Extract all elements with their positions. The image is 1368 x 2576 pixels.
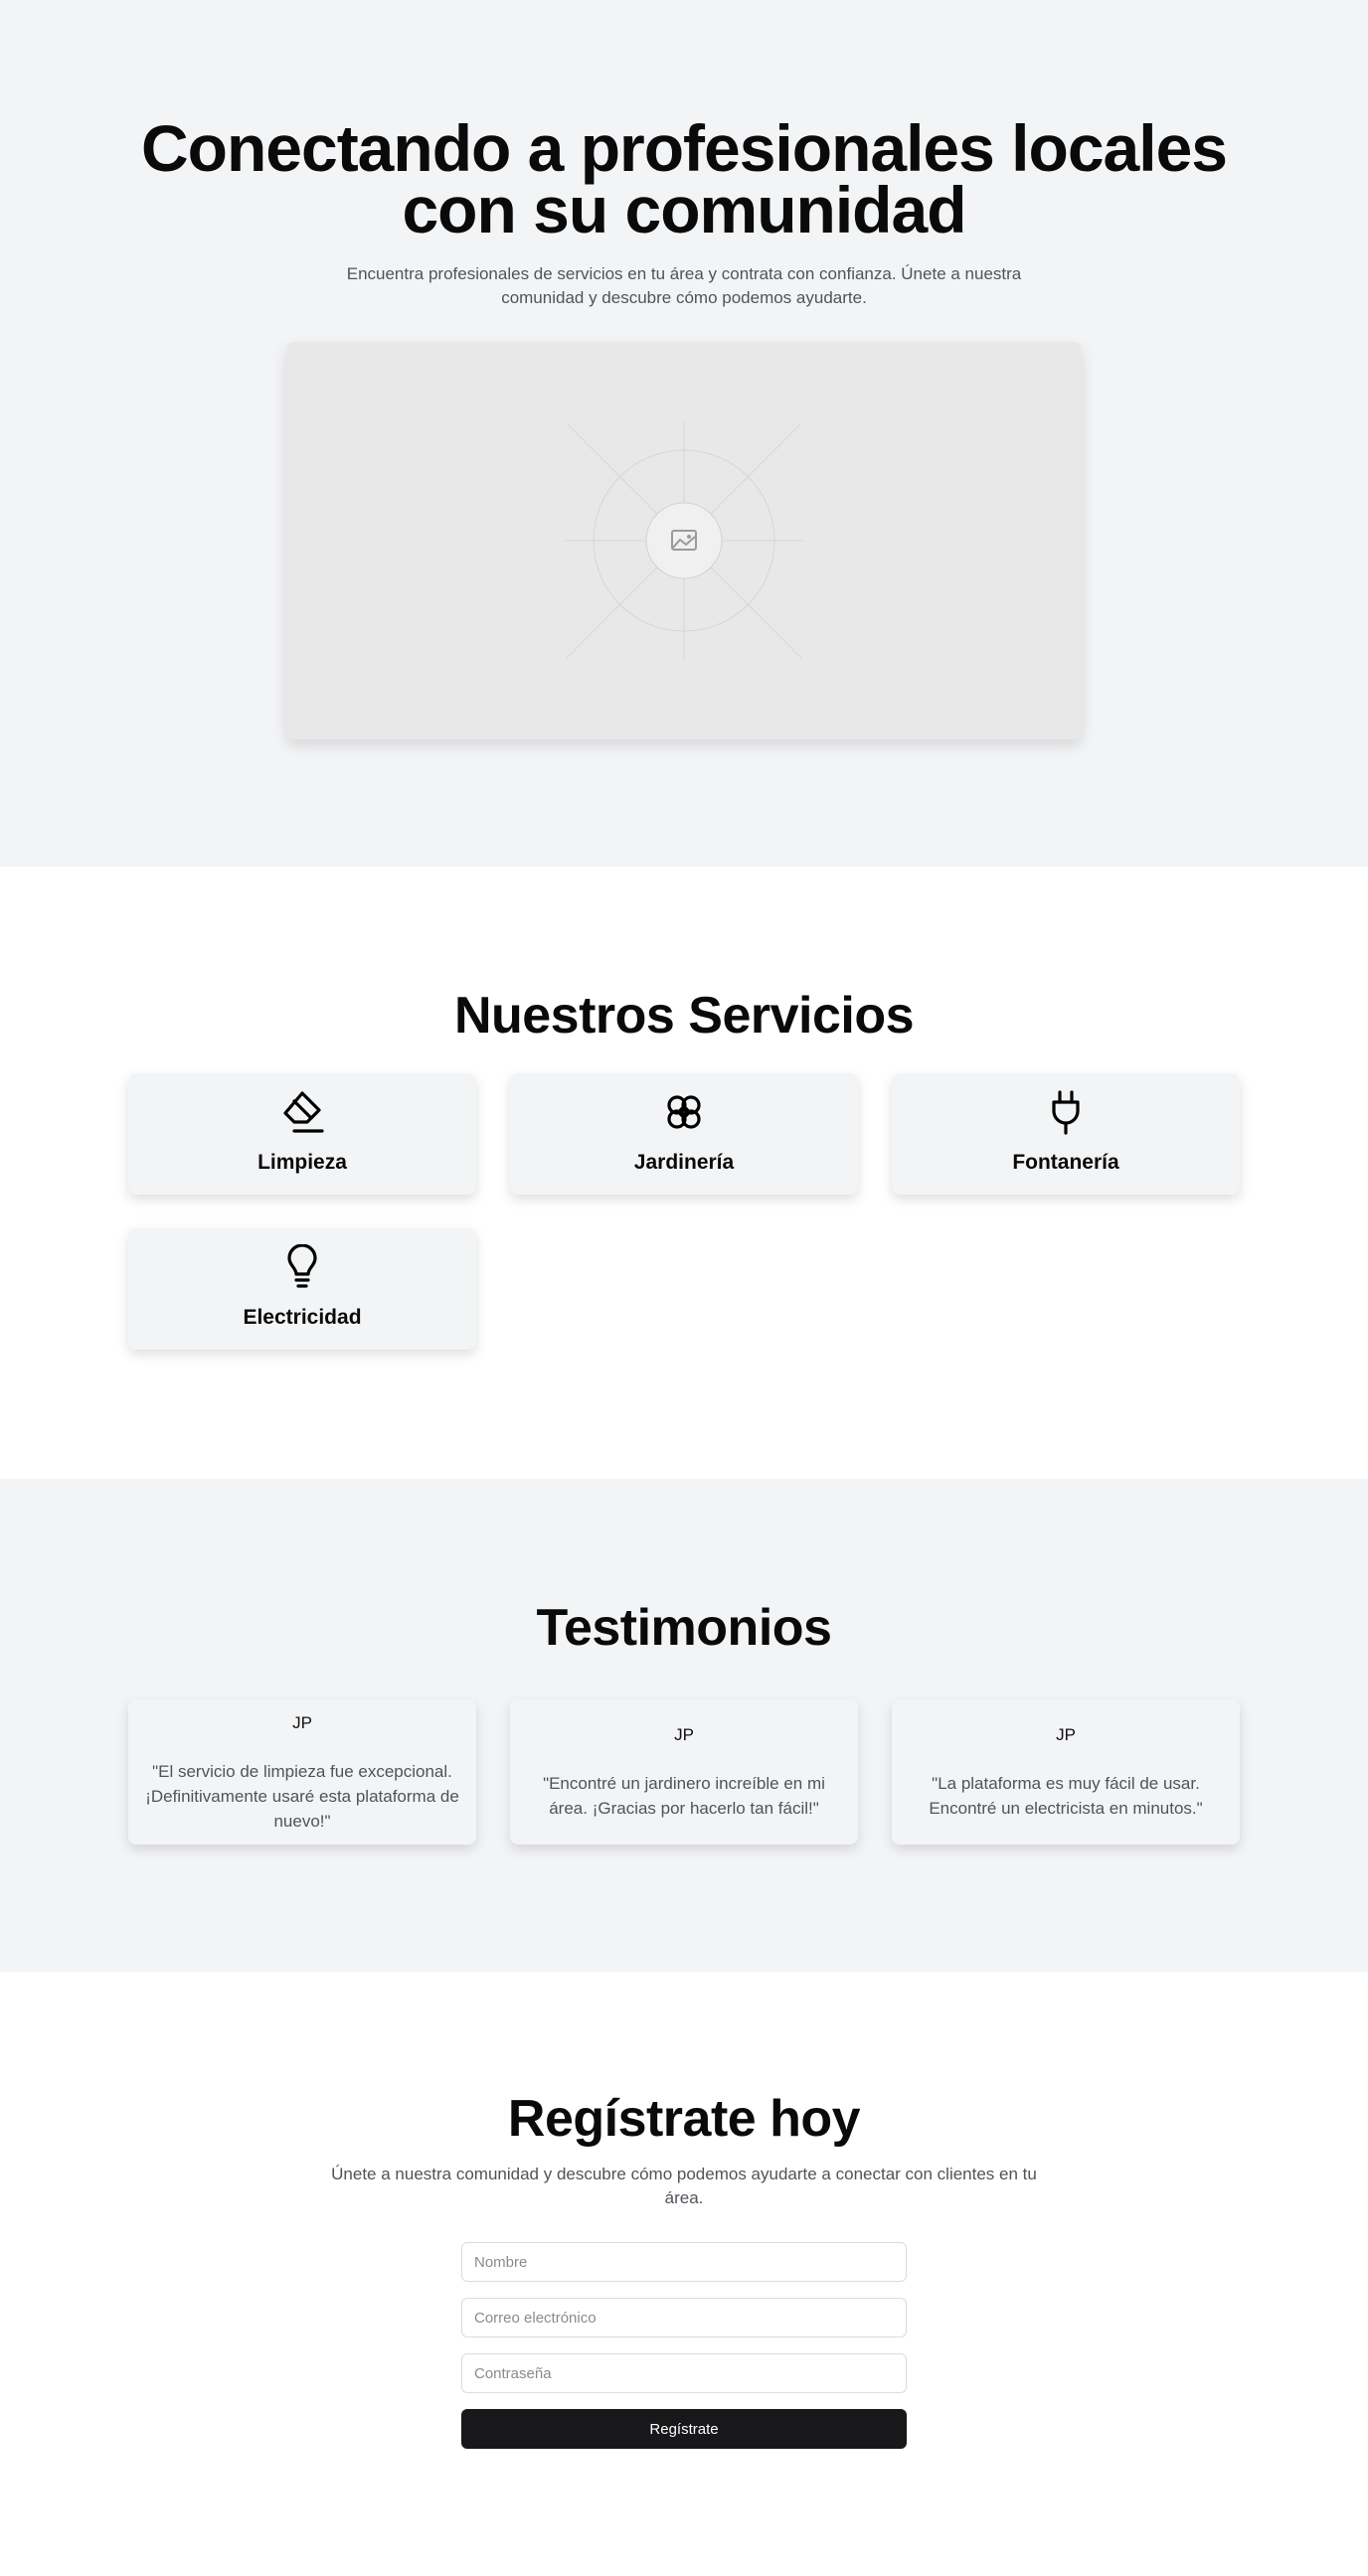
testimonial-card: JP "Encontré un jardinero increíble en m… <box>510 1699 858 1845</box>
hero-image-placeholder <box>286 342 1082 739</box>
testimonials-section: Testimonios JP "El servicio de limpieza … <box>0 1479 1368 1972</box>
register-subtitle-line1: Únete a nuestra comunidad y descubre cóm… <box>331 2165 1037 2183</box>
quote-line: "Encontré un jardinero increíble en mi <box>543 1774 825 1793</box>
service-label: Electricidad <box>243 1306 362 1329</box>
password-field[interactable] <box>461 2353 907 2393</box>
testimonial-card: JP "El servicio de limpieza fue excepcio… <box>128 1699 476 1845</box>
register-title: Regístrate hoy <box>507 2090 861 2148</box>
plug-icon <box>1052 1090 1080 1135</box>
flower-icon <box>667 1095 701 1129</box>
avatar: JP <box>292 1713 312 1732</box>
eraser-icon <box>283 1091 324 1133</box>
register-subtitle: Únete a nuestra comunidad y descubre cóm… <box>316 2163 1052 2210</box>
testimonial-card: JP "La plataforma es muy fácil de usar. … <box>892 1699 1240 1845</box>
quote-line: nuevo!" <box>273 1812 331 1831</box>
quote-line: "La plataforma es muy fácil de usar. <box>932 1774 1200 1793</box>
hero-section: Conectando a profesionales locales con s… <box>0 0 1368 867</box>
testimonial-quote: "Encontré un jardinero increíble en mi á… <box>522 1771 846 1821</box>
quote-line: "El servicio de limpieza fue excepcional… <box>152 1762 452 1781</box>
quote-line: ¡Definitivamente usaré esta plataforma d… <box>145 1787 459 1806</box>
service-label: Limpieza <box>257 1151 347 1174</box>
service-card-fontaneria[interactable]: Fontanería <box>892 1073 1240 1195</box>
lightbulb-icon <box>287 1244 317 1288</box>
image-placeholder-graphic <box>565 421 803 660</box>
quote-line: Encontré un electricista en minutos." <box>929 1799 1203 1818</box>
service-card-electricidad[interactable]: Electricidad <box>128 1228 476 1350</box>
service-label: Fontanería <box>1012 1151 1119 1174</box>
hero-title-line2: con su comunidad <box>402 173 966 246</box>
testimonial-quote: "La plataforma es muy fácil de usar. Enc… <box>904 1771 1228 1821</box>
hero-subtitle: Encuentra profesionales de servicios en … <box>336 262 1032 310</box>
services-title: Nuestros Servicios <box>453 987 915 1045</box>
hero-subtitle-line2: comunidad y descubre cómo podemos ayudar… <box>501 288 867 307</box>
register-subtitle-line2: área. <box>664 2188 704 2207</box>
avatar: JP <box>1056 1725 1076 1744</box>
email-field[interactable] <box>461 2298 907 2337</box>
register-button[interactable]: Regístrate <box>461 2409 907 2449</box>
service-label: Jardinería <box>633 1151 735 1174</box>
testimonials-title: Testimonios <box>536 1599 832 1657</box>
service-card-limpieza[interactable]: Limpieza <box>128 1073 476 1195</box>
testimonial-quote: "El servicio de limpieza fue excepcional… <box>140 1759 464 1834</box>
register-section: Regístrate hoy Únete a nuestra comunidad… <box>0 1972 1368 2576</box>
service-card-jardineria[interactable]: Jardinería <box>510 1073 858 1195</box>
name-field[interactable] <box>461 2242 907 2282</box>
avatar: JP <box>674 1725 694 1744</box>
services-section: Nuestros Servicios Limpieza Jardinería F… <box>0 867 1368 1479</box>
quote-line: área. ¡Gracias por hacerlo tan fácil!" <box>549 1799 819 1818</box>
hero-title: Conectando a profesionales locales con s… <box>0 115 1368 242</box>
hero-subtitle-line1: Encuentra profesionales de servicios en … <box>346 264 1022 283</box>
